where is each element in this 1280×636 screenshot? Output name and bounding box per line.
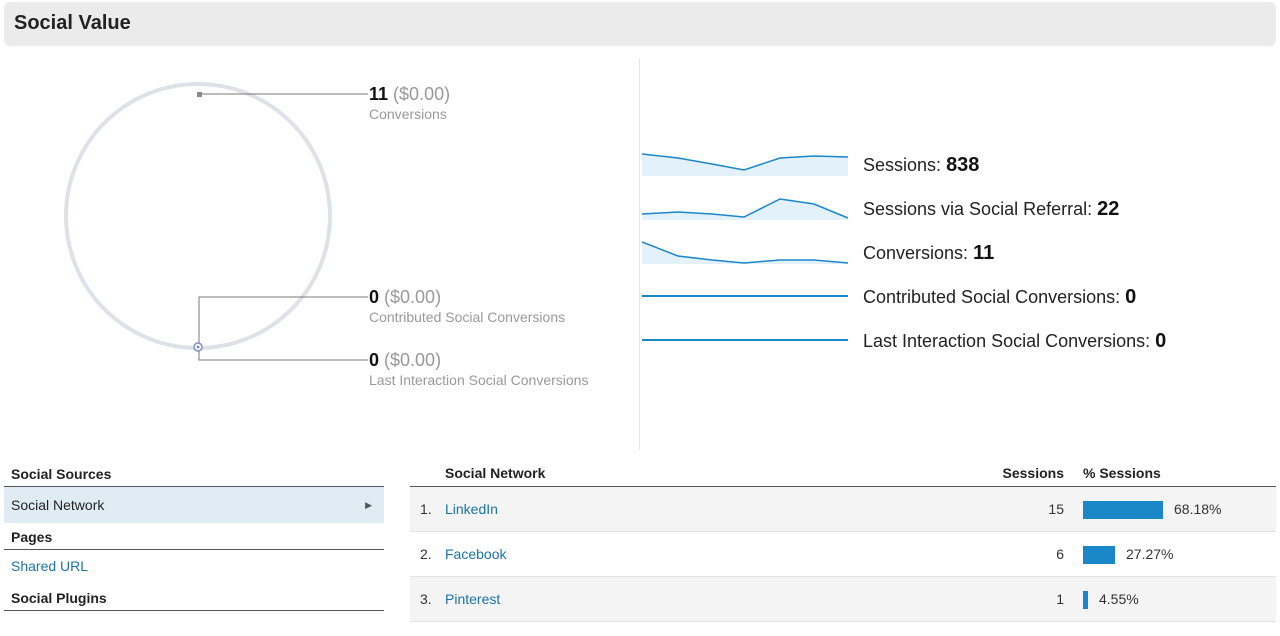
metric-conversions: Conversions: 11 [863, 242, 995, 264]
pct-bar [1083, 546, 1115, 564]
page-title: Social Value [14, 12, 131, 34]
conversions-last-interaction: 0 ($0.00) Last Interaction Social Conver… [369, 350, 589, 388]
network-link[interactable]: Facebook [445, 546, 506, 562]
section-header: Social Value [4, 2, 1276, 46]
pages-heading: Pages [4, 523, 384, 550]
conversion-circle-diagram [64, 82, 368, 361]
table-row: 3. Pinterest 1 4.55% [410, 577, 1276, 622]
network-link[interactable]: Pinterest [445, 591, 500, 607]
metric-sessions: Sessions: 838 [863, 154, 980, 176]
chevron-right-icon: ▶ [365, 500, 372, 510]
sparklines [642, 153, 849, 341]
pct-bar [1083, 591, 1088, 609]
nav-shared-url[interactable]: Shared URL [4, 550, 384, 584]
conversion-ring [64, 82, 332, 350]
nav-social-network[interactable]: Social Network ▶ [4, 487, 384, 523]
conversion-marker [197, 92, 202, 97]
social-network-table: Social Network Sessions % Sessions 1. Li… [410, 460, 1276, 622]
col-social-network: Social Network [445, 465, 546, 481]
metric-contributed: Contributed Social Conversions: 0 [863, 286, 1137, 308]
social-sources-heading: Social Sources [4, 460, 384, 487]
col-pct-sessions: % Sessions [1083, 465, 1161, 481]
pct-bar [1083, 501, 1163, 519]
metric-last-interaction: Last Interaction Social Conversions: 0 [863, 330, 1167, 352]
contributed-leader-line [198, 296, 368, 347]
last-interaction-leader-line [198, 347, 368, 361]
social-plugins-heading: Social Plugins [4, 584, 384, 611]
col-sessions[interactable]: Sessions [1003, 465, 1064, 481]
network-link[interactable]: LinkedIn [445, 501, 498, 517]
vertical-divider [639, 58, 640, 450]
conversions-contributed: 0 ($0.00) Contributed Social Conversions [369, 287, 566, 325]
social-sources-panel: Social Sources Social Network ▶ Pages Sh… [4, 460, 384, 611]
table-header: Social Network Sessions % Sessions [410, 460, 1276, 487]
table-row: 2. Facebook 6 27.27% [410, 532, 1276, 577]
metric-social-referral: Sessions via Social Referral: 22 [863, 198, 1120, 220]
table-row: 1. LinkedIn 15 68.18% [410, 487, 1276, 532]
conversions-total: 11 ($0.00) Conversions [369, 84, 451, 122]
